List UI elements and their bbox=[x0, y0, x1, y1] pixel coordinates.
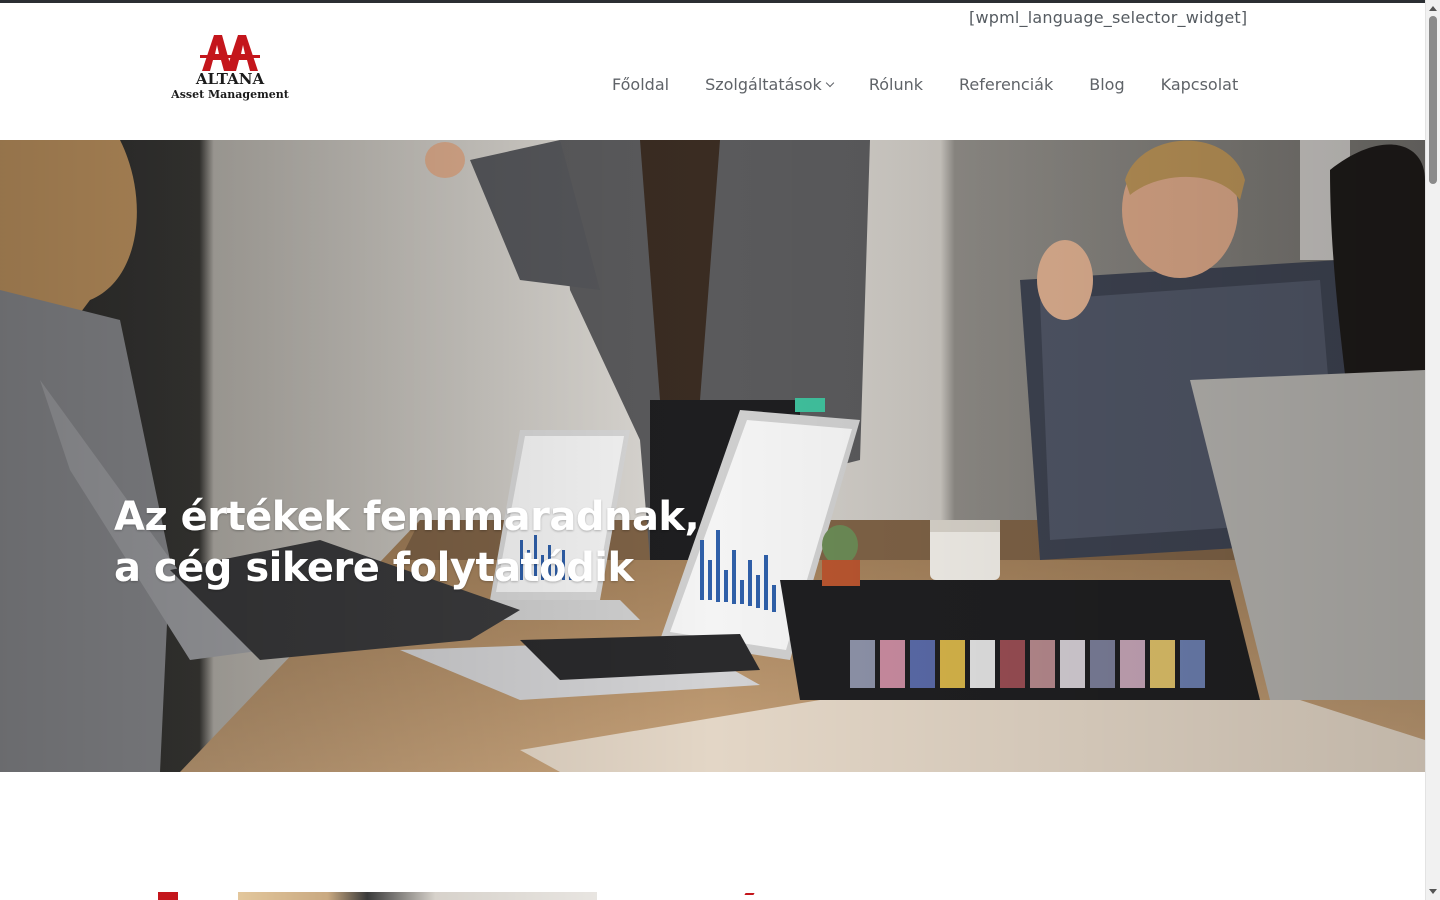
main-navigation: Főoldal Szolgáltatások Rólunk Referenciá… bbox=[612, 75, 1238, 94]
nav-item-services[interactable]: Szolgáltatások bbox=[705, 75, 835, 94]
nav-item-blog[interactable]: Blog bbox=[1089, 75, 1124, 94]
team-meeting-photo bbox=[0, 140, 1425, 772]
nav-item-label: Kapcsolat bbox=[1160, 75, 1239, 94]
page: [wpml_language_selector_widget] ALTANA A… bbox=[0, 0, 1440, 900]
logo-subtitle: Asset Management bbox=[171, 88, 289, 101]
scrollbar-thumb[interactable] bbox=[1429, 16, 1437, 184]
section-accent-block bbox=[158, 892, 178, 900]
language-selector-widget[interactable]: [wpml_language_selector_widget] bbox=[969, 8, 1247, 27]
nav-item-label: Referenciák bbox=[959, 75, 1054, 94]
nav-item-contact[interactable]: Kapcsolat bbox=[1161, 75, 1239, 94]
nav-item-label: Blog bbox=[1089, 75, 1125, 94]
nav-item-label: Rólunk bbox=[868, 75, 923, 94]
nav-item-home[interactable]: Főoldal bbox=[612, 75, 669, 94]
section-decorative-mark bbox=[744, 892, 756, 900]
altana-monogram-icon bbox=[200, 35, 260, 71]
logo-name: ALTANA bbox=[195, 70, 265, 88]
scroll-up-arrow-icon[interactable] bbox=[1429, 6, 1437, 11]
nav-item-label: Főoldal bbox=[612, 75, 670, 94]
site-logo[interactable]: ALTANA Asset Management bbox=[170, 33, 290, 111]
nav-item-label: Szolgáltatások bbox=[705, 75, 822, 94]
hero-banner: Az értékek fennmaradnak, a cég sikere fo… bbox=[0, 140, 1425, 772]
hero-heading: Az értékek fennmaradnak, a cég sikere fo… bbox=[114, 492, 700, 594]
vertical-scrollbar[interactable] bbox=[1425, 0, 1440, 900]
hero-heading-line-2: a cég sikere folytatódik bbox=[114, 545, 634, 591]
scroll-down-arrow-icon[interactable] bbox=[1429, 889, 1437, 894]
hero-heading-line-1: Az értékek fennmaradnak, bbox=[114, 494, 700, 540]
nav-item-about[interactable]: Rólunk bbox=[869, 75, 923, 94]
chevron-down-icon bbox=[825, 78, 835, 88]
site-header: [wpml_language_selector_widget] ALTANA A… bbox=[0, 3, 1425, 140]
section-image-thumbnail bbox=[238, 892, 597, 900]
nav-item-references[interactable]: Referenciák bbox=[959, 75, 1053, 94]
